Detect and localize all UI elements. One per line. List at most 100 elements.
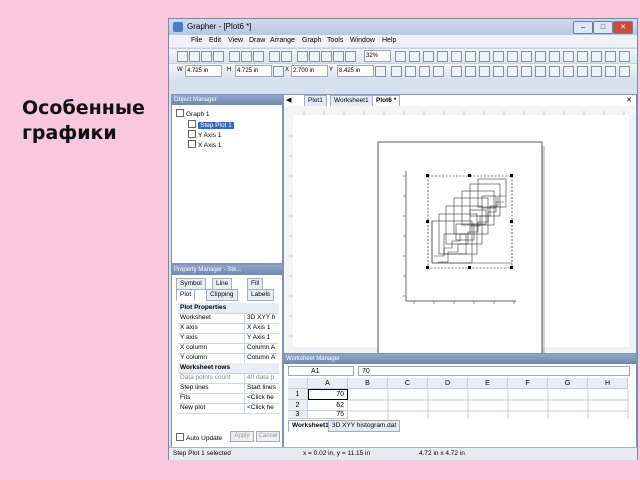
graph-type-vector-icon[interactable] [605,66,616,77]
cancel-button[interactable]: Cancel [256,431,280,442]
undo-icon[interactable] [269,51,280,62]
x-axis-checkbox-icon[interactable] [188,140,196,148]
cell-value-input[interactable]: 70 [358,366,630,376]
auto-update-toggle[interactable]: Auto Update [176,433,222,442]
column-header-c[interactable]: C [388,378,428,389]
grid-corner[interactable] [288,378,308,389]
tree-item-graph-1[interactable]: Graph 1 [176,109,210,118]
step-plot-checkbox-icon[interactable] [188,120,196,128]
graph-type-2d-icon[interactable] [451,66,462,77]
reshape-icon[interactable] [309,51,320,62]
tab-clipping[interactable]: Clipping [206,289,238,301]
column-header-g[interactable]: G [548,378,588,389]
zoom-in-icon[interactable] [321,51,332,62]
auto-update-checkbox[interactable] [176,433,184,441]
zoom-fit-icon[interactable] [345,51,356,62]
menu-view[interactable]: View [228,37,243,44]
property-value[interactable]: Column A [244,353,281,363]
tab-close-icon[interactable]: ✕ [626,96,632,104]
property-value[interactable]: 3D XYY h [244,313,281,323]
x-position-field[interactable]: 2.700 in [291,65,328,77]
symbol-icon[interactable] [563,51,574,62]
rounded-rectangle-icon[interactable] [535,51,546,62]
column-header-a[interactable]: A [308,378,348,389]
graph-type-histogram-icon[interactable] [507,66,518,77]
menu-help[interactable]: Help [382,37,396,44]
column-header-e[interactable]: E [468,378,508,389]
apply-button[interactable]: Apply [230,431,254,442]
menu-edit[interactable]: Edit [209,37,221,44]
insert-icon[interactable] [451,51,462,62]
graph-type-3d-icon[interactable] [465,66,476,77]
graph-type-more-icon[interactable] [619,66,630,77]
graph-type-box-icon[interactable] [521,66,532,77]
tab-labels[interactable]: Labels [247,289,275,301]
property-value[interactable]: Start lines [244,383,281,393]
column-header-f[interactable]: F [508,378,548,389]
help-cursor-icon[interactable] [437,51,448,62]
y-axis-checkbox-icon[interactable] [188,130,196,138]
menu-tools[interactable]: Tools [327,37,343,44]
polygon-icon[interactable] [507,51,518,62]
menu-window[interactable]: Window [350,37,375,44]
menu-graph[interactable]: Graph [302,37,321,44]
move-back-icon[interactable] [405,66,416,77]
menu-draw[interactable]: Draw [249,37,265,44]
select-icon[interactable] [297,51,308,62]
text-icon[interactable] [465,51,476,62]
tab-worksheet1-sheet[interactable]: Worksheet1 [288,420,333,432]
property-value[interactable]: Column A [244,343,281,353]
height-field[interactable]: 4.725 in [235,65,272,77]
hand-icon[interactable] [409,51,420,62]
minimize-button[interactable]: – [573,21,593,34]
property-value[interactable]: <Click he [244,403,281,413]
width-field[interactable]: 4.725 in [185,65,222,77]
menu-arrange[interactable]: Arrange [270,37,295,44]
redo-icon[interactable] [281,51,292,62]
open-icon[interactable] [189,51,200,62]
ellipse-icon[interactable] [549,51,560,62]
graph-type-step-icon[interactable] [563,66,574,77]
column-header-b[interactable]: B [348,378,388,389]
column-header-h[interactable]: H [588,378,628,389]
cut-icon[interactable] [229,51,240,62]
move-forward-icon[interactable] [391,66,402,77]
graph-type-bar-icon[interactable] [549,66,560,77]
close-button[interactable]: ✕ [613,21,633,34]
curve-icon[interactable] [493,51,504,62]
lock-position-icon[interactable] [375,66,386,77]
drag-icon[interactable] [423,51,434,62]
graph-type-polar-icon[interactable] [479,66,490,77]
new-icon[interactable] [177,51,188,62]
overflow-icon[interactable] [619,51,630,62]
graph-checkbox-icon[interactable] [176,109,184,117]
tree-item-y-axis-1[interactable]: Y Axis 1 [188,130,221,139]
tab-plot[interactable]: Plot [176,289,196,301]
diamond-icon[interactable] [591,51,602,62]
tree-item-x-axis-1[interactable]: X Axis 1 [188,140,221,149]
record-icon[interactable] [419,66,430,77]
y-position-field[interactable]: 8.425 in [337,65,374,77]
pan-icon[interactable] [395,51,406,62]
cell-reference[interactable]: A1 [288,366,354,376]
line-icon[interactable] [577,51,588,62]
property-value[interactable]: <Click he [244,393,281,403]
play-icon[interactable] [433,66,444,77]
zoom-field[interactable]: 32% [364,50,391,62]
print-icon[interactable] [213,51,224,62]
graph-type-ternary-icon[interactable] [493,66,504,77]
maximize-button[interactable]: □ [593,21,613,34]
column-header-d[interactable]: D [428,378,468,389]
menu-file[interactable]: File [191,37,202,44]
property-new-plot[interactable]: New plot <Click he [178,403,279,414]
tab-scroll-left-icon[interactable]: ◀ [286,96,291,104]
copy-icon[interactable] [241,51,252,62]
paste-icon[interactable] [253,51,264,62]
graph-type-surface-icon[interactable] [577,66,588,77]
graph-type-contour-icon[interactable] [591,66,602,77]
property-value[interactable]: X Axis 1 [244,323,281,333]
lock-aspect-icon[interactable] [273,66,284,77]
rectangle-icon[interactable] [521,51,532,62]
polyline-icon[interactable] [479,51,490,62]
tree-item-step-plot-1[interactable]: Step Plot 1 [188,120,234,129]
